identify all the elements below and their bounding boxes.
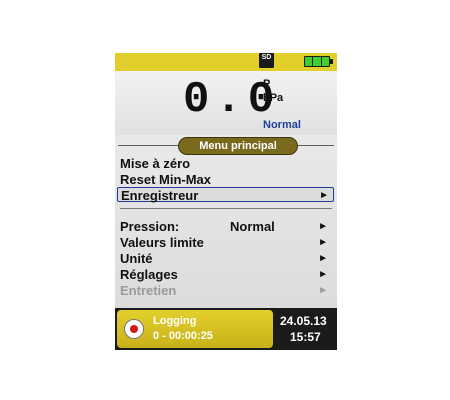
menu-item-label: Valeurs limite: [120, 235, 204, 250]
menu-item-entretien: Entretien ►: [120, 283, 332, 298]
chevron-right-icon: ►: [318, 253, 328, 264]
battery-cell: [313, 57, 321, 66]
menu-item-zero[interactable]: Mise à zéro: [120, 156, 332, 171]
logging-panel[interactable]: Logging 0 - 00:00:25: [117, 310, 273, 348]
menu-divider: [120, 208, 332, 209]
menu-item-reset-min-max[interactable]: Reset Min-Max: [120, 172, 332, 187]
device-screen: SD 0.0 P hPa Normal Menu principal Mise …: [115, 53, 337, 350]
logging-elapsed: 0 - 00:00:25: [153, 330, 213, 342]
date-display: 24.05.13: [280, 314, 327, 328]
battery-cell: [321, 57, 329, 66]
menu-item-reglages[interactable]: Réglages ►: [120, 267, 332, 282]
menu-title: Menu principal: [178, 137, 298, 155]
record-icon: [124, 319, 144, 339]
main-menu: Menu principal Mise à zéro Reset Min-Max…: [115, 135, 337, 308]
menu-item-label: Entretien: [120, 283, 177, 298]
time-display: 15:57: [290, 330, 321, 344]
chevron-right-icon: ►: [318, 221, 328, 232]
menu-item-label: Reset Min-Max: [120, 172, 212, 187]
menu-item-enregistreur[interactable]: Enregistreur ►: [117, 187, 334, 203]
battery-cell: [305, 57, 313, 66]
pressure-symbol: P: [263, 78, 271, 90]
menu-item-label: Mise à zéro: [120, 156, 191, 171]
chevron-right-icon: ►: [318, 237, 328, 248]
menu-item-label: Pression:: [120, 219, 180, 234]
logging-title: Logging: [153, 315, 197, 327]
menu-item-pression[interactable]: Pression: Normal ►: [120, 219, 332, 234]
pressure-unit: hPa: [263, 92, 284, 104]
reading-panel: 0.0 P hPa Normal: [115, 71, 337, 135]
menu-item-value: Normal: [230, 219, 275, 234]
sd-card-icon: SD: [259, 53, 274, 68]
menu-item-unite[interactable]: Unité ►: [120, 251, 332, 266]
menu-item-valeurs-limite[interactable]: Valeurs limite ►: [120, 235, 332, 250]
chevron-right-icon: ►: [318, 269, 328, 280]
chevron-right-icon: ►: [318, 285, 328, 296]
menu-item-label: Réglages: [120, 267, 178, 282]
status-bar: SD: [115, 53, 337, 72]
battery-icon: [304, 56, 330, 67]
menu-item-label: Unité: [120, 251, 153, 266]
bottom-bar: Logging 0 - 00:00:25 24.05.13 15:57: [115, 308, 337, 350]
chevron-right-icon: ►: [319, 190, 329, 201]
battery-tip: [330, 59, 333, 64]
menu-item-label: Enregistreur: [121, 188, 199, 203]
pressure-status: Normal: [263, 119, 301, 131]
